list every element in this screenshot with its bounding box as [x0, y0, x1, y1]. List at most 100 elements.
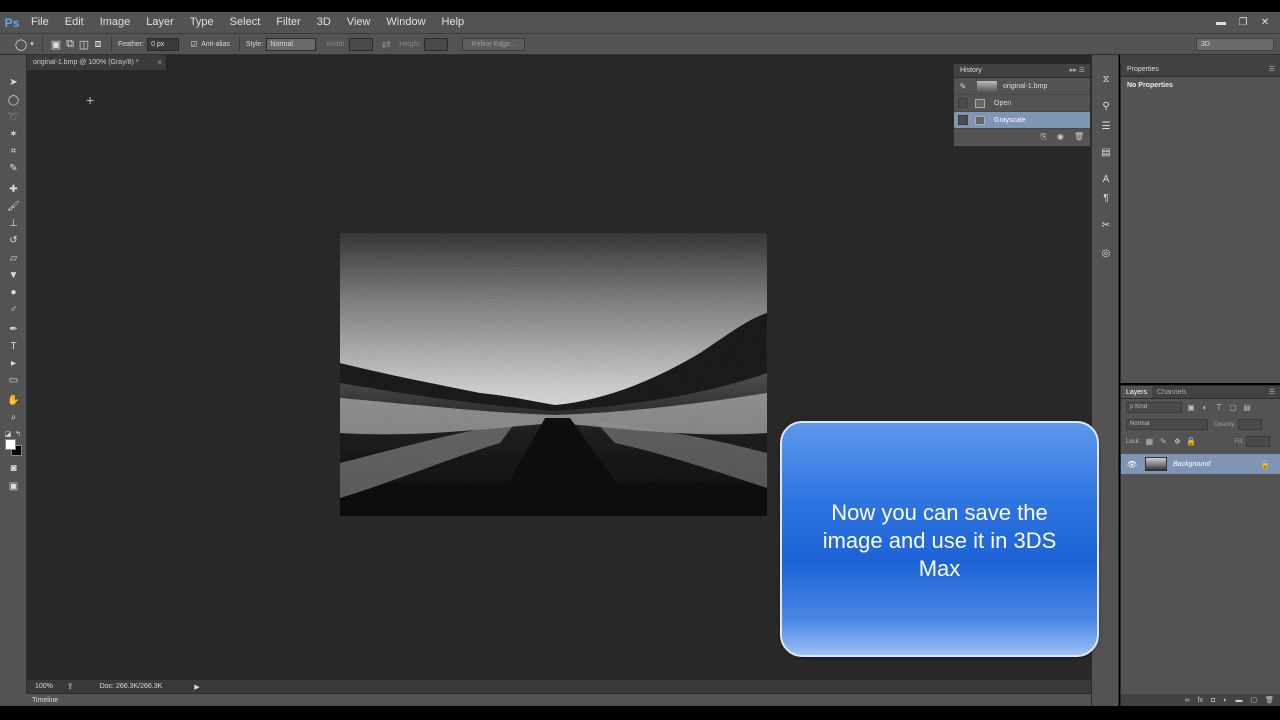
add-selection-icon[interactable]: ⧉ — [63, 37, 77, 51]
eye-icon[interactable]: 👁 — [1125, 460, 1139, 469]
antialias-label[interactable]: Anti-alias — [201, 41, 230, 48]
elliptical-marquee-tool-icon[interactable]: ◯ — [5, 93, 22, 108]
lock-position-icon[interactable]: ✥ — [1172, 437, 1182, 447]
zoom-level[interactable]: 100% — [35, 683, 53, 690]
crop-tool-icon[interactable]: ⌗ — [5, 144, 22, 159]
document-tab[interactable]: original-1.bmp @ 100% (Gray/8) * × — [27, 55, 167, 70]
layer-background[interactable]: 👁 Background 🔒 — [1121, 454, 1280, 474]
lock-all-icon[interactable]: 🔒 — [1186, 437, 1196, 447]
shape-filter-icon[interactable]: ▢ — [1228, 403, 1238, 413]
pen-tool-icon[interactable]: ✒ — [5, 322, 22, 337]
menu-file[interactable]: File — [23, 12, 57, 33]
style-select[interactable]: Normal — [266, 37, 317, 51]
export-icon[interactable]: ⇪ — [67, 682, 74, 691]
close-tab-icon[interactable]: × — [157, 55, 162, 70]
subtract-selection-icon[interactable]: ◫ — [77, 37, 91, 51]
paragraph-panel-icon[interactable]: ¶ — [1098, 191, 1114, 205]
status-arrow-icon[interactable]: ▶ — [194, 683, 199, 691]
history-panel-tab[interactable]: History ▸▸ ☰ — [954, 64, 1090, 78]
new-selection-icon[interactable]: ▣ — [49, 37, 63, 51]
chevron-down-icon[interactable]: ▾ — [28, 37, 36, 51]
menu-filter[interactable]: Filter — [268, 12, 308, 33]
brush-tool-icon[interactable]: 🖌 — [5, 199, 22, 214]
link-layers-icon[interactable]: ∞ — [1185, 697, 1190, 704]
add-mask-icon[interactable]: ◘ — [1211, 697, 1215, 704]
blend-mode-select[interactable]: Normal — [1126, 419, 1208, 430]
magic-wand-icon[interactable]: ✶ — [5, 127, 22, 142]
refine-edge-button[interactable]: Refine Edge... — [462, 37, 525, 51]
panel-menu-icon[interactable]: ☰ — [1269, 63, 1275, 77]
3d-panel-icon[interactable]: ◎ — [1098, 246, 1114, 260]
camera-snapshot-icon[interactable]: ◉ — [1057, 132, 1064, 142]
layer-style-icon[interactable]: fx — [1198, 697, 1203, 704]
history-panel-icon[interactable]: ⧖ — [1098, 72, 1114, 86]
document-canvas-image[interactable] — [340, 233, 767, 516]
workspace-select[interactable]: 3D — [1196, 38, 1274, 51]
height-input[interactable] — [424, 37, 449, 51]
history-item-open[interactable]: Open — [954, 95, 1090, 112]
tab-layers[interactable]: Layers — [1121, 386, 1153, 398]
panel-menu-icon[interactable]: ▸▸ ☰ — [1070, 64, 1085, 78]
restore-icon[interactable]: ❐ — [1234, 16, 1252, 30]
quick-mask-icon[interactable]: ◙ — [5, 461, 22, 476]
lasso-tool-icon[interactable]: ➰ — [5, 110, 22, 125]
history-source-checkbox[interactable] — [958, 115, 968, 125]
menu-layer[interactable]: Layer — [138, 12, 182, 33]
styles-panel-icon[interactable]: ▤ — [1098, 145, 1114, 159]
tab-channels[interactable]: Channels — [1152, 386, 1192, 398]
feather-input[interactable]: 0 px — [147, 37, 180, 51]
history-snapshot[interactable]: ✎ original-1.bmp — [954, 78, 1090, 95]
history-source-checkbox[interactable] — [958, 98, 968, 108]
new-document-from-state-icon[interactable]: ⎘ — [1040, 132, 1046, 142]
minimize-icon[interactable]: ▬ — [1212, 16, 1230, 30]
intersect-selection-icon[interactable]: ⧈ — [91, 37, 105, 51]
checkbox-checked-icon[interactable]: ☑ — [187, 37, 201, 51]
path-selection-icon[interactable]: ▸ — [5, 356, 22, 371]
timeline-label[interactable]: Timeline — [32, 697, 58, 704]
swap-icon[interactable]: ⇄ — [379, 37, 393, 51]
paint-bucket-icon[interactable]: ▼ — [5, 268, 22, 283]
history-item-grayscale[interactable]: Grayscale — [954, 112, 1090, 129]
smart-object-filter-icon[interactable]: ▤ — [1242, 403, 1252, 413]
blur-tool-icon[interactable]: ● — [5, 285, 22, 300]
hand-tool-icon[interactable]: ✋ — [5, 393, 22, 408]
new-group-icon[interactable]: ▬ — [1235, 697, 1242, 704]
type-tool-icon[interactable]: T — [5, 339, 22, 354]
clone-stamp-icon[interactable]: ⊥ — [5, 216, 22, 231]
menu-view[interactable]: View — [339, 12, 379, 33]
fill-input[interactable] — [1245, 436, 1270, 447]
screen-mode-icon[interactable]: ▣ — [5, 479, 22, 494]
eraser-icon[interactable]: ▱ — [5, 251, 22, 266]
lock-image-icon[interactable]: ✎ — [1158, 437, 1168, 447]
menu-edit[interactable]: Edit — [57, 12, 92, 33]
menu-type[interactable]: Type — [182, 12, 222, 33]
dodge-tool-icon[interactable]: ♂ — [5, 302, 22, 317]
menu-3d[interactable]: 3D — [309, 12, 339, 33]
adjustment-layer-icon[interactable]: ◐ — [1223, 697, 1227, 704]
foreground-color-swatch[interactable] — [5, 439, 16, 450]
zoom-tool-icon[interactable]: ⌕ — [5, 410, 22, 425]
eyedropper-icon[interactable]: ✎ — [5, 161, 22, 176]
history-brush-icon[interactable]: ↺ — [5, 233, 22, 248]
new-layer-icon[interactable]: ▢ — [1250, 696, 1257, 704]
menu-window[interactable]: Window — [378, 12, 433, 33]
history-brush-source-icon[interactable]: ✎ — [956, 79, 970, 93]
elliptical-marquee-icon[interactable]: ◯ — [14, 37, 28, 51]
pixel-filter-icon[interactable]: ▣ — [1186, 403, 1196, 413]
trash-icon[interactable]: 🗑 — [1265, 696, 1274, 704]
menu-help[interactable]: Help — [434, 12, 473, 33]
kind-filter-select[interactable]: ρ Kind — [1126, 402, 1182, 413]
opacity-input[interactable] — [1238, 419, 1263, 430]
width-input[interactable] — [349, 37, 374, 51]
trash-icon[interactable]: 🗑 — [1074, 132, 1084, 142]
type-filter-icon[interactable]: T — [1214, 403, 1224, 413]
lock-transparent-icon[interactable]: ▦ — [1144, 437, 1154, 447]
shape-tool-icon[interactable]: ▭ — [5, 373, 22, 388]
healing-brush-icon[interactable]: ✚ — [5, 182, 22, 197]
tool-presets-icon[interactable]: ✂ — [1098, 218, 1114, 232]
panel-menu-icon[interactable]: ☰ — [1269, 386, 1275, 399]
character-panel-icon[interactable]: A — [1098, 172, 1114, 186]
actions-panel-icon[interactable]: ⚲ — [1098, 99, 1114, 113]
adjustments-panel-icon[interactable]: ☰ — [1098, 119, 1114, 133]
properties-panel-tab[interactable]: Properties ☰ — [1121, 63, 1280, 77]
